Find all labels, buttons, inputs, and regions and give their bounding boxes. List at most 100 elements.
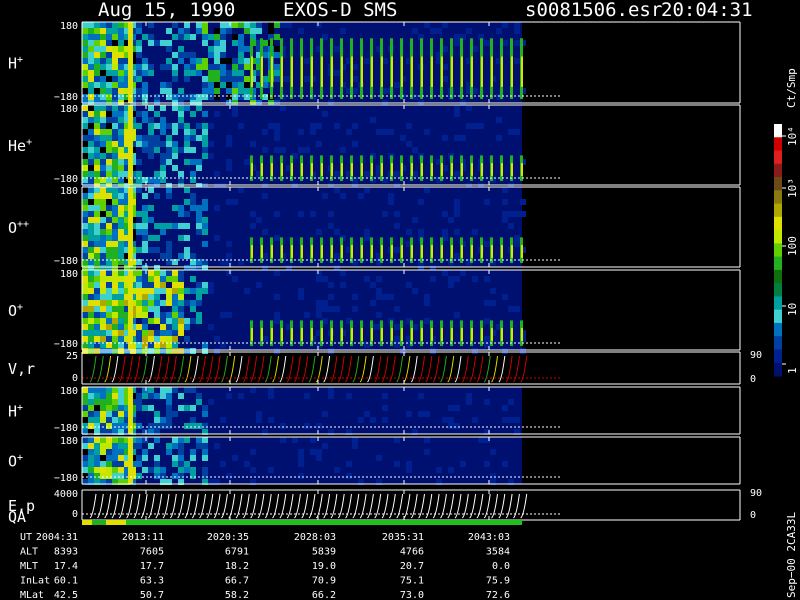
flux-cell: [136, 159, 142, 165]
flux-cell: [172, 94, 178, 100]
flux-cell: [118, 393, 124, 399]
flux-cell: [88, 455, 94, 461]
flux-cell: [100, 153, 106, 159]
flux-cell: [256, 217, 262, 223]
flux-cell: [268, 22, 274, 28]
flux-cell: [202, 64, 208, 70]
flux-cell: [166, 348, 172, 354]
flux-cell: [286, 22, 292, 28]
flux-cell: [88, 324, 94, 330]
flux-cell: [100, 205, 106, 211]
flux-cell: [142, 64, 148, 70]
flux-cell: [226, 22, 232, 28]
flux-cell: [106, 336, 112, 342]
flux-cell: [112, 461, 118, 467]
flux-cell: [202, 135, 208, 141]
flux-cell: [100, 94, 106, 100]
flux-cell: [316, 123, 322, 129]
flux-cell: [94, 82, 100, 88]
spin-streak-core: [281, 163, 283, 176]
flux-cell: [196, 22, 202, 28]
flux-cell: [100, 449, 106, 455]
flux-cell: [502, 405, 508, 411]
flux-cell: [94, 411, 100, 417]
flux-cell: [232, 82, 238, 88]
flux-cell: [238, 88, 244, 94]
flux-cell: [94, 70, 100, 76]
flux-cell: [160, 348, 166, 354]
ephemeris-value: 0.0: [492, 561, 510, 572]
flux-cell: [100, 247, 106, 253]
flux-cell: [136, 282, 142, 288]
ephemeris-value: 58.2: [225, 590, 249, 600]
flux-cell: [160, 82, 166, 88]
flux-cell: [322, 306, 328, 312]
spin-streak-core: [501, 56, 503, 87]
spin-streak-core: [341, 328, 343, 341]
flux-cell: [100, 76, 106, 82]
flux-cell: [190, 405, 196, 411]
flux-cell: [214, 70, 220, 76]
flux-cell: [334, 123, 340, 129]
flux-cell: [166, 387, 172, 393]
flux-cell: [142, 135, 148, 141]
flux-cell: [214, 336, 220, 342]
spin-streak-core: [271, 163, 273, 176]
flux-cell: [82, 417, 88, 423]
spin-streak-core: [301, 245, 303, 258]
flux-cell: [214, 64, 220, 70]
flux-cell: [82, 205, 88, 211]
flux-cell: [112, 423, 118, 429]
flux-cell: [274, 318, 280, 324]
flux-cell: [298, 449, 304, 455]
flux-cell: [118, 76, 124, 82]
flux-cell: [82, 217, 88, 223]
flux-cell: [160, 159, 166, 165]
spin-streak-core: [461, 56, 463, 87]
flux-cell: [220, 28, 226, 34]
flux-cell: [244, 46, 250, 52]
flux-cell: [154, 467, 160, 473]
flux-cell: [172, 294, 178, 300]
flux-cell: [100, 187, 106, 193]
flux-cell: [208, 123, 214, 129]
flux-cell: [268, 28, 274, 34]
flux-cell: [100, 330, 106, 336]
flux-cell: [82, 443, 88, 449]
spin-streak-core: [491, 56, 493, 87]
spin-streak-core: [331, 245, 333, 258]
flux-cell: [94, 306, 100, 312]
flux-cell: [190, 288, 196, 294]
flux-cell: [106, 276, 112, 282]
spin-streak-core: [331, 56, 333, 87]
flux-cell: [88, 135, 94, 141]
flux-cell: [454, 111, 460, 117]
spin-streak-core: [401, 328, 403, 341]
flux-cell: [82, 393, 88, 399]
flux-cell: [154, 455, 160, 461]
colorbar-swatch: [774, 216, 782, 231]
spin-streak-core: [391, 245, 393, 258]
flux-cell: [184, 405, 190, 411]
flux-cell: [82, 34, 88, 40]
flux-cell: [190, 253, 196, 259]
flux-cell: [184, 461, 190, 467]
flux-cell: [118, 217, 124, 223]
color-scale: 10⁴ 10³ 100 10 1: [774, 124, 799, 377]
flux-cell: [214, 88, 220, 94]
colorbar-swatch: [774, 150, 782, 165]
flux-cell: [88, 64, 94, 70]
flux-cell: [190, 318, 196, 324]
flux-cell: [274, 76, 280, 82]
flux-cell: [478, 123, 484, 129]
flux-cell: [298, 294, 304, 300]
flux-cell: [280, 22, 286, 28]
flux-cell: [226, 312, 232, 318]
flux-cell: [106, 70, 112, 76]
ephemeris-value: 2004:31: [36, 532, 78, 543]
flux-cell: [82, 211, 88, 217]
flux-cell: [94, 324, 100, 330]
flux-cell: [100, 111, 106, 117]
flux-cell: [166, 123, 172, 129]
flux-cell: [172, 165, 178, 171]
